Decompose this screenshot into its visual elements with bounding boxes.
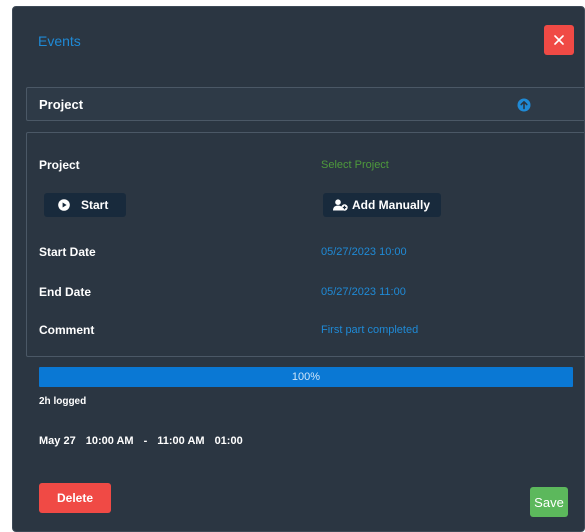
- events-modal: Events Project Project Select Project St…: [12, 6, 585, 532]
- close-button[interactable]: [544, 25, 574, 55]
- entry-end-time: 11:00 AM: [157, 435, 205, 447]
- comment-label: Comment: [39, 323, 95, 337]
- add-manually-button-label: Add Manually: [352, 198, 431, 212]
- entry-start-time: 10:00 AM: [85, 435, 134, 447]
- project-label: Project: [39, 158, 80, 172]
- save-button[interactable]: Save: [530, 487, 568, 517]
- end-date-label: End Date: [39, 285, 92, 299]
- end-date-value[interactable]: 05/27/2023 11:00: [321, 286, 406, 298]
- add-manually-button[interactable]: Add Manually: [323, 193, 441, 217]
- start-button[interactable]: Start: [44, 193, 126, 217]
- user-plus-icon: [333, 199, 348, 211]
- project-section-header[interactable]: Project: [26, 87, 584, 121]
- comment-value[interactable]: First part completed: [321, 324, 418, 336]
- play-circle-icon: [58, 199, 70, 211]
- close-icon: [554, 35, 564, 45]
- entry-duration: 01:00: [214, 435, 243, 447]
- logged-hours: 2h logged: [39, 396, 87, 407]
- modal-title: Events: [38, 33, 81, 49]
- arrow-up-circle-icon[interactable]: [517, 98, 531, 112]
- start-date-value[interactable]: 05/27/2023 10:00: [321, 246, 407, 258]
- start-button-label: Start: [81, 198, 109, 212]
- project-section-body: Project Select Project Start Add Manuall…: [26, 132, 584, 357]
- progress-label: 100%: [291, 371, 321, 383]
- progress-bar: 100%: [39, 367, 573, 387]
- section-header-label: Project: [39, 97, 84, 112]
- time-entry-row: May 27 10:00 AM -11:00 AM 01:00: [39, 435, 253, 447]
- entry-date: May 27: [39, 435, 76, 447]
- delete-button[interactable]: Delete: [39, 483, 111, 513]
- start-date-label: Start Date: [39, 245, 96, 259]
- entry-separator: -: [143, 435, 148, 447]
- select-project-link[interactable]: Select Project: [321, 159, 389, 171]
